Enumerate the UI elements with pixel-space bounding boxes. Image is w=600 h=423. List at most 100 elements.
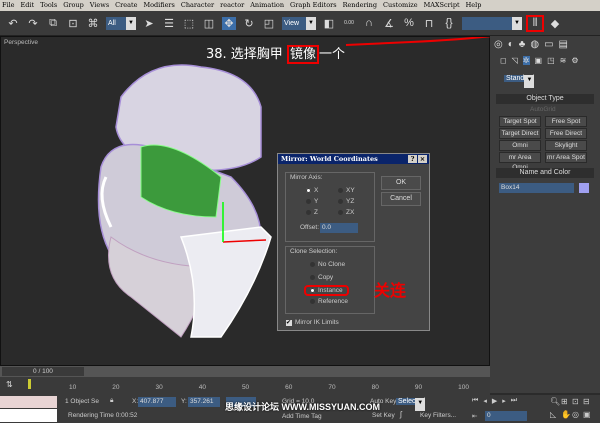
percent-snap-icon[interactable]: % [402, 17, 416, 29]
named-selection-dropdown[interactable] [462, 16, 522, 30]
auto-key-button[interactable]: Auto Key [370, 398, 396, 405]
reference-radio[interactable]: Reference [310, 298, 348, 305]
mr-area-spot-button[interactable]: mr Area Spot [545, 152, 587, 163]
instance-radio[interactable]: Instance [304, 285, 349, 296]
current-frame-input[interactable]: 0 [485, 411, 527, 421]
lights-icon[interactable]: ✲ [522, 56, 530, 65]
key-mode-toggle-icon[interactable]: ⇤ [472, 412, 477, 420]
helpers-icon[interactable]: ◳ [547, 56, 555, 65]
object-color-swatch[interactable] [579, 183, 589, 193]
pan-icon[interactable]: ✋ [561, 410, 572, 419]
hierarchy-tab-icon[interactable]: ♣ [519, 39, 526, 50]
select-by-name-icon[interactable]: ☰ [162, 17, 176, 30]
edit-named-selection-icon[interactable]: {} [442, 17, 456, 29]
spinner-snap-icon[interactable]: ⊓ [422, 17, 436, 30]
systems-icon[interactable]: ⚙ [571, 56, 578, 65]
rect-region-icon[interactable]: ⬚ [182, 17, 196, 30]
previous-frame-icon[interactable]: ◂ [483, 397, 487, 405]
display-tab-icon[interactable]: ▭ [544, 39, 553, 50]
redo-icon[interactable]: ↷ [26, 17, 40, 30]
category-dropdown[interactable]: Standard [504, 75, 535, 82]
omni-button[interactable]: Omni [499, 140, 541, 151]
plane-yz-radio[interactable]: YZ [338, 198, 354, 205]
angle-snap-icon[interactable]: ∡ [382, 17, 396, 30]
menu-modifiers[interactable]: Modifiers [143, 0, 174, 11]
object-name-input[interactable]: Box14 [499, 183, 574, 193]
bind-space-warp-icon[interactable]: ⌘ [86, 17, 100, 30]
select-link-icon[interactable]: ⧉ [46, 17, 60, 30]
copy-radio[interactable]: Copy [310, 274, 333, 281]
no-clone-radio[interactable]: No Clone [310, 261, 345, 268]
space-warps-icon[interactable]: ≋ [560, 56, 567, 65]
create-tab-icon[interactable]: ◎ [494, 39, 503, 50]
menu-graph-editors[interactable]: Graph Editors [290, 0, 337, 11]
target-spot-button[interactable]: Target Spot [499, 116, 541, 127]
play-icon[interactable]: ▶ [492, 397, 497, 405]
help-button[interactable]: ? [408, 155, 417, 163]
object-type-rollout[interactable]: Object Type [496, 94, 594, 104]
plane-zx-radio[interactable]: ZX [338, 209, 354, 216]
skylight-button[interactable]: Skylight [545, 140, 587, 151]
motion-tab-icon[interactable]: ◍ [530, 39, 539, 50]
close-button[interactable]: × [418, 155, 427, 163]
zoom-all-icon[interactable]: ⊞ [561, 397, 572, 406]
time-slider[interactable]: 0 / 100 [0, 366, 490, 377]
menu-rendering[interactable]: Rendering [343, 0, 377, 11]
shapes-icon[interactable]: ◹ [512, 56, 518, 65]
axis-z-radio[interactable]: Z [306, 209, 318, 216]
ref-coord-dropdown[interactable]: View [282, 16, 316, 30]
cameras-icon[interactable]: ▣ [535, 56, 543, 65]
maxscript-input[interactable] [0, 409, 57, 422]
menu-group[interactable]: Group [63, 0, 84, 11]
key-icon[interactable]: ʃ [400, 410, 402, 419]
name-color-rollout[interactable]: Name and Color [496, 168, 594, 178]
undo-icon[interactable]: ↶ [6, 17, 20, 30]
autogrid-checkbox[interactable]: AutoGrid [530, 106, 556, 113]
maximize-viewport-icon[interactable]: ▣ [583, 410, 594, 419]
axis-x-radio[interactable]: X [306, 187, 318, 194]
next-frame-icon[interactable]: ▸ [502, 397, 506, 405]
maxscript-listener[interactable] [0, 396, 57, 408]
align-icon[interactable]: ◆ [548, 17, 562, 30]
free-direct-button[interactable]: Free Direct [545, 128, 587, 139]
x-coordinate-input[interactable]: 407.877 [138, 397, 176, 407]
menu-customize[interactable]: Customize [383, 0, 418, 11]
key-mode-dropdown[interactable]: Selected [396, 398, 426, 405]
curve-editor-icon[interactable]: ⇅ [6, 380, 13, 389]
lock-icon[interactable]: 🔒︎ [110, 397, 113, 405]
modify-tab-icon[interactable]: ◐ [508, 39, 514, 50]
menu-edit[interactable]: Edit [21, 0, 35, 11]
mirror-ik-checkbox[interactable]: ✔ [286, 320, 292, 326]
target-direct-button[interactable]: Target Direct [499, 128, 541, 139]
plane-xy-radio[interactable]: XY [338, 187, 355, 194]
scale-icon[interactable]: ◰ [262, 17, 276, 30]
menu-character[interactable]: Character [181, 0, 214, 11]
move-icon[interactable]: ✥ [222, 16, 236, 30]
offset-input[interactable]: 0.0 [320, 223, 358, 233]
fov-icon[interactable]: ◺ [550, 410, 561, 419]
menu-tools[interactable]: Tools [40, 0, 57, 11]
utilities-tab-icon[interactable]: ▤ [559, 39, 568, 50]
add-time-tag[interactable]: Add Time Tag [282, 413, 322, 420]
zoom-extents-all-icon[interactable]: ⊟ [583, 397, 594, 406]
axis-y-radio[interactable]: Y [306, 198, 318, 205]
pivot-icon[interactable]: ◧ [322, 17, 336, 30]
menu-reactor[interactable]: reactor [220, 0, 244, 11]
set-key-button[interactable]: Set Key [372, 412, 395, 419]
menu-maxscript[interactable]: MAXScript [424, 0, 460, 11]
mirror-icon[interactable]: ⫴ [526, 14, 544, 32]
cancel-button[interactable]: Cancel [381, 192, 421, 206]
track-bar[interactable]: ⇅ 10 20 30 40 50 60 70 80 90 100 [0, 377, 490, 395]
unlink-icon[interactable]: ⊡ [66, 17, 80, 30]
rotate-icon[interactable]: ↻ [242, 17, 256, 30]
free-spot-button[interactable]: Free Spot [545, 116, 587, 127]
ok-button[interactable]: OK [381, 176, 421, 190]
snap-value-icon[interactable]: 0.00 [342, 20, 356, 26]
select-object-icon[interactable]: ➤ [142, 17, 156, 30]
menu-file[interactable]: File [2, 0, 15, 11]
menu-help[interactable]: Help [466, 0, 482, 11]
time-slider-thumb[interactable]: 0 / 100 [2, 367, 84, 376]
menu-create[interactable]: Create [115, 0, 137, 11]
go-to-end-icon[interactable]: ⏭ [511, 397, 517, 405]
zoom-extents-icon[interactable]: ⊡ [572, 397, 583, 406]
